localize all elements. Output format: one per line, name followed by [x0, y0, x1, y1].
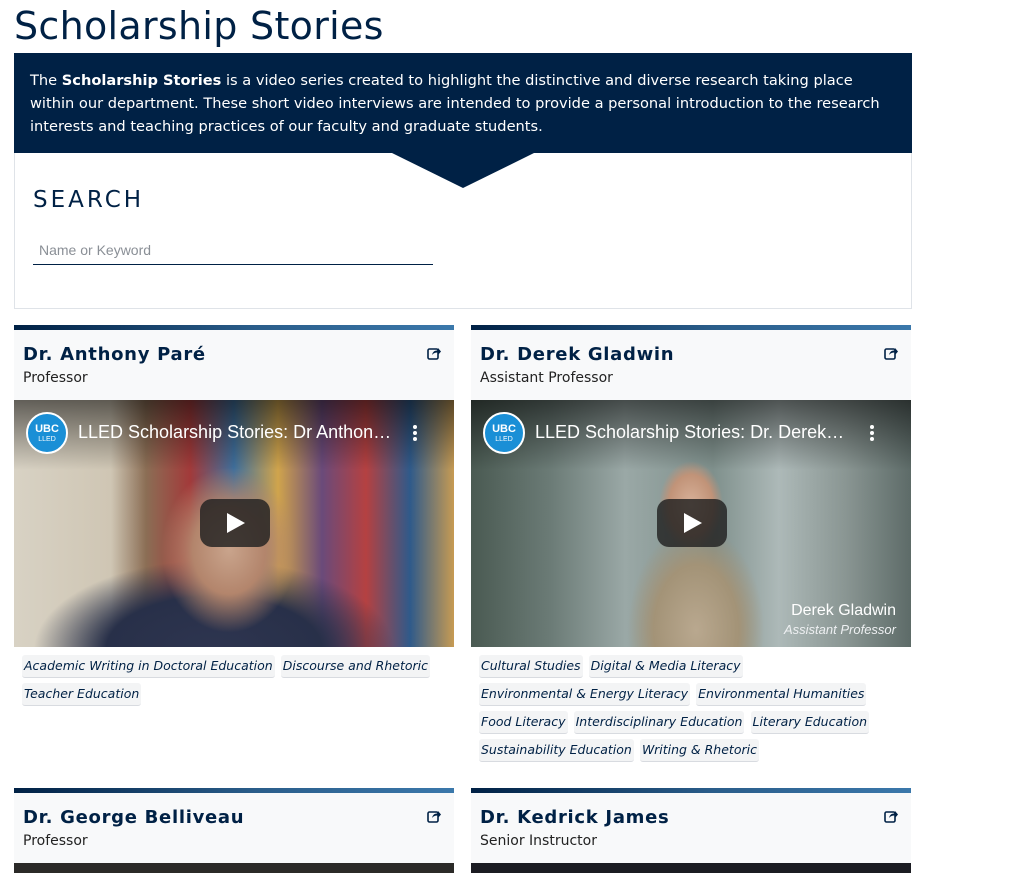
share-icon[interactable] — [427, 809, 441, 823]
tag[interactable]: Academic Writing in Doctoral Education — [22, 655, 275, 678]
story-card-george-belliveau: Dr. George Belliveau Professor — [14, 788, 454, 873]
story-card-derek-gladwin: Dr. Derek Gladwin Assistant Professor UB… — [471, 325, 911, 767]
card-name: Dr. Derek Gladwin — [480, 344, 675, 365]
tag[interactable]: Interdisciplinary Education — [573, 711, 745, 734]
card-header: Dr. Kedrick James Senior Instructor — [471, 793, 911, 863]
card-header: Dr. Derek Gladwin Assistant Professor — [471, 330, 911, 400]
card-header: Dr. George Belliveau Professor — [14, 793, 454, 863]
intro-banner: The Scholarship Stories is a video serie… — [14, 53, 912, 154]
intro-pointer — [392, 153, 534, 188]
tag[interactable]: Environmental Humanities — [696, 683, 867, 706]
logo-text-top: UBC — [35, 422, 59, 435]
play-icon — [684, 513, 702, 533]
intro-text-start: The — [30, 72, 62, 89]
story-card-kedrick-james: Dr. Kedrick James Senior Instructor — [471, 788, 911, 873]
share-icon[interactable] — [884, 346, 898, 360]
tag-list: Academic Writing in Doctoral Education D… — [14, 647, 454, 711]
more-vertical-icon[interactable] — [869, 424, 875, 442]
intro-text-bold: Scholarship Stories — [61, 72, 222, 89]
logo-text-bottom: LLED — [495, 435, 513, 443]
story-card-anthony-pare: Dr. Anthony Paré Professor UBC LLED LLED… — [14, 325, 454, 711]
video-player[interactable] — [14, 863, 454, 873]
card-role: Assistant Professor — [480, 370, 613, 386]
card-name: Dr. Anthony Paré — [23, 344, 206, 365]
play-icon — [227, 513, 245, 533]
tag[interactable]: Environmental & Energy Literacy — [479, 683, 690, 706]
tag[interactable]: Literary Education — [750, 711, 870, 734]
page-title: Scholarship Stories — [14, 4, 384, 48]
card-role: Professor — [23, 370, 88, 386]
card-name: Dr. Kedrick James — [480, 807, 670, 828]
video-player[interactable]: UBC LLED LLED Scholarship Stories: Dr An… — [14, 400, 454, 647]
card-header: Dr. Anthony Paré Professor — [14, 330, 454, 400]
share-icon[interactable] — [427, 346, 441, 360]
video-caption-name: Derek Gladwin — [791, 602, 896, 619]
logo-text-top: UBC — [492, 422, 516, 435]
card-role: Professor — [23, 833, 88, 849]
search-heading: SEARCH — [33, 187, 145, 213]
play-button[interactable] — [200, 499, 270, 547]
tag[interactable]: Digital & Media Literacy — [588, 655, 743, 678]
video-title[interactable]: LLED Scholarship Stories: Dr. Derek Glad… — [535, 422, 849, 443]
video-caption-role: Assistant Professor — [784, 622, 896, 637]
video-title[interactable]: LLED Scholarship Stories: Dr Anthony Par… — [78, 422, 392, 443]
video-player[interactable]: UBC LLED LLED Scholarship Stories: Dr. D… — [471, 400, 911, 647]
card-role: Senior Instructor — [480, 833, 597, 849]
tag[interactable]: Writing & Rhetoric — [639, 739, 759, 762]
tag-list: Cultural Studies Digital & Media Literac… — [471, 647, 911, 767]
video-player[interactable] — [471, 863, 911, 873]
more-vertical-icon[interactable] — [412, 424, 418, 442]
channel-logo[interactable]: UBC LLED — [26, 412, 68, 454]
card-name: Dr. George Belliveau — [23, 807, 245, 828]
tag[interactable]: Sustainability Education — [479, 739, 634, 762]
share-icon[interactable] — [884, 809, 898, 823]
tag[interactable]: Food Literacy — [479, 711, 568, 734]
search-input[interactable] — [33, 235, 433, 265]
play-button[interactable] — [657, 499, 727, 547]
tag[interactable]: Discourse and Rhetoric — [280, 655, 430, 678]
logo-text-bottom: LLED — [38, 435, 56, 443]
tag[interactable]: Cultural Studies — [479, 655, 583, 678]
channel-logo[interactable]: UBC LLED — [483, 412, 525, 454]
tag[interactable]: Teacher Education — [22, 683, 142, 706]
